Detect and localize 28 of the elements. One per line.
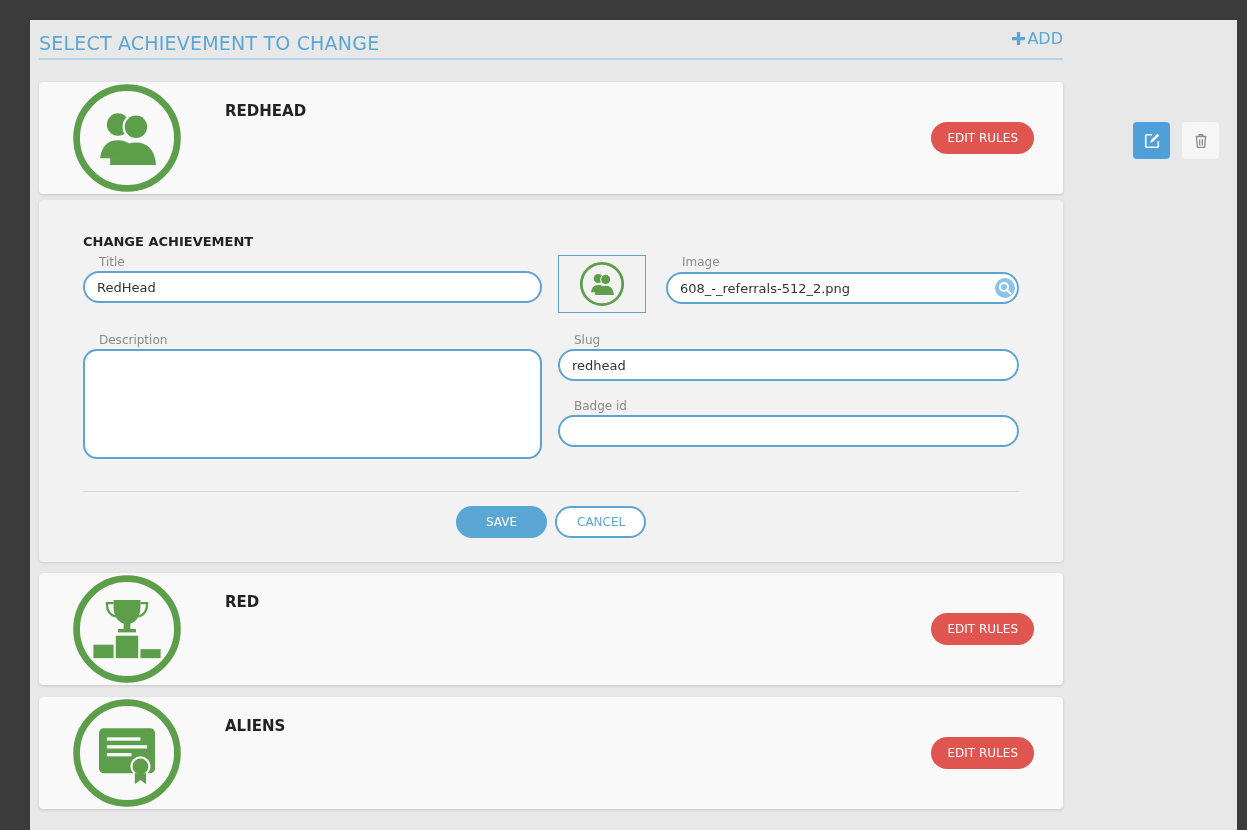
badge-id-field[interactable] (558, 415, 1019, 447)
field-label: Badge id (573, 399, 628, 413)
field-label: Slug (573, 333, 602, 347)
description-field[interactable] (83, 349, 542, 459)
search-icon[interactable] (995, 278, 1015, 298)
edit-icon (1142, 131, 1161, 150)
add-button[interactable]: ADD (1012, 29, 1063, 48)
achievement-title: REDHEAD (225, 102, 307, 120)
edit-rules-button[interactable]: EDIT RULES (931, 613, 1034, 645)
edit-rules-button[interactable]: EDIT RULES (931, 122, 1034, 154)
achievement-title: ALIENS (225, 717, 286, 735)
title-field[interactable]: RedHead (83, 271, 542, 303)
edit-rules-button[interactable]: EDIT RULES (931, 737, 1034, 769)
plus-icon (1012, 32, 1026, 45)
field-label: Title (98, 255, 126, 269)
slug-field[interactable]: redhead (558, 349, 1019, 381)
field-label: Image (681, 255, 721, 269)
field-label: Description (98, 333, 169, 347)
trophy-icon (71, 573, 183, 685)
form-heading: CHANGE ACHIEVEMENT (83, 234, 255, 249)
edit-button[interactable] (1133, 122, 1170, 159)
achievement-title: RED (225, 593, 260, 611)
people-icon (579, 261, 625, 307)
page-title: SELECT ACHIEVEMENT TO CHANGE (39, 32, 380, 54)
delete-button[interactable] (1182, 122, 1219, 159)
image-field[interactable]: 608_-_referrals-512_2.png (666, 272, 1019, 304)
save-button[interactable]: SAVE (456, 506, 547, 538)
cancel-button[interactable]: CANCEL (555, 506, 646, 538)
